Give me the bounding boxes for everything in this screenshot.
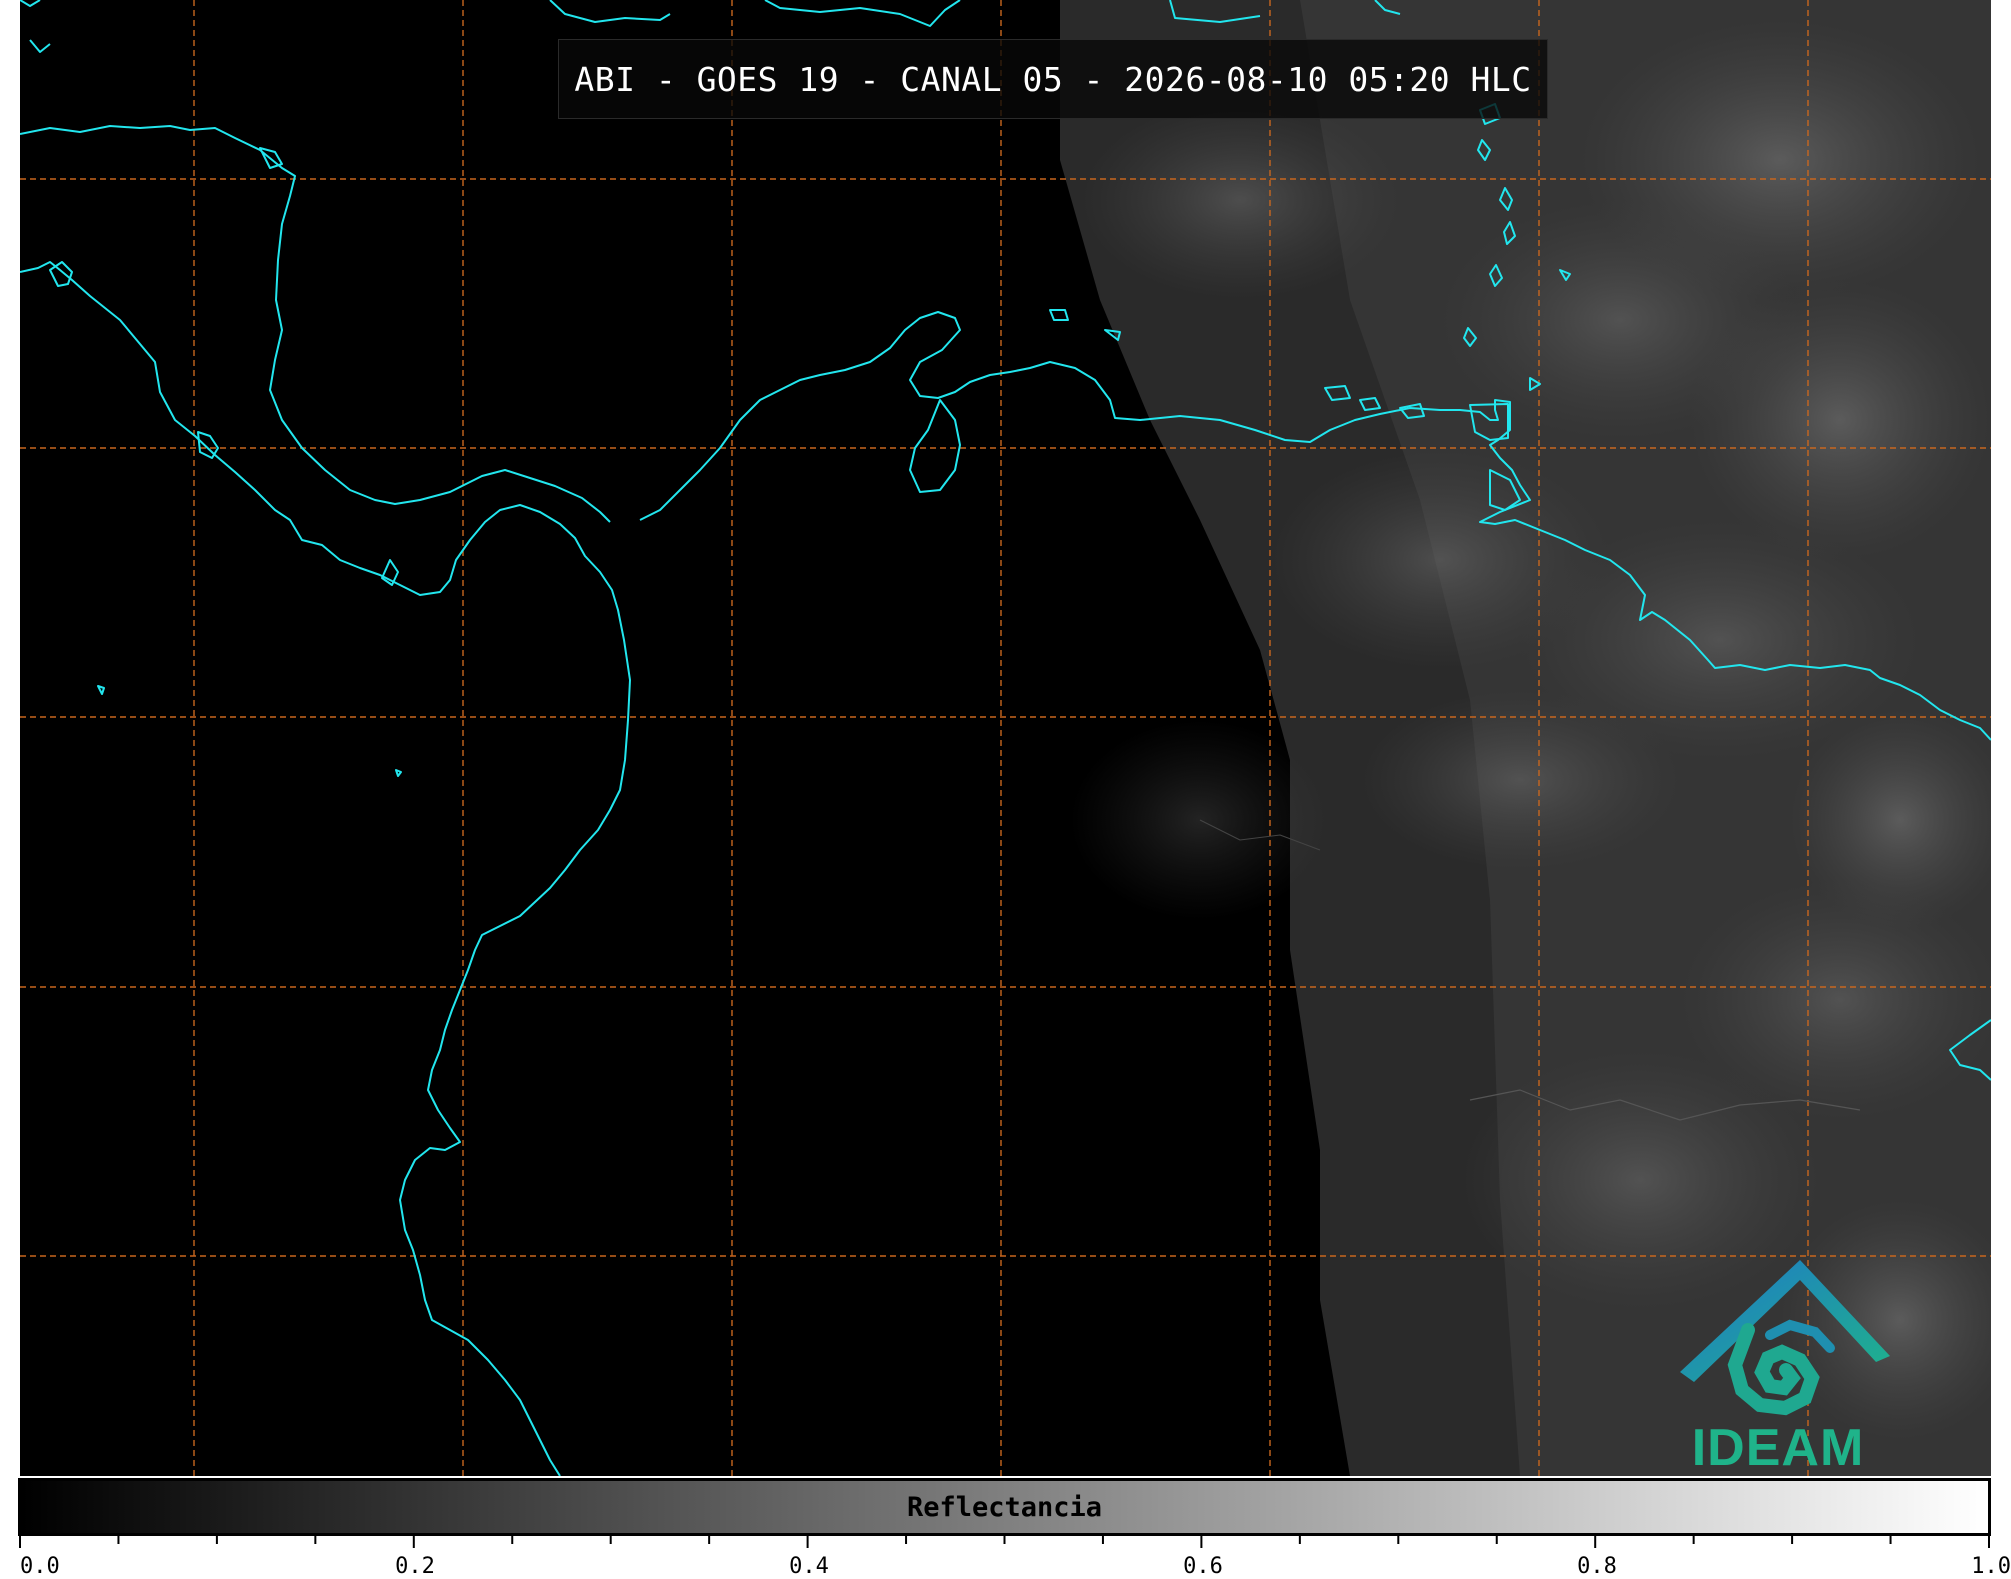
- colorbar-tick-label: 0.0: [20, 1554, 60, 1579]
- colorbar: Reflectancia: [18, 1478, 1991, 1536]
- colorbar-tick-label: 0.8: [1577, 1554, 1617, 1579]
- colorbar-tick-label: 0.2: [395, 1554, 435, 1579]
- colorbar-tick-label: 1.0: [1971, 1554, 2011, 1579]
- colorbar-ticks: [19, 1536, 1990, 1548]
- colorbar-label: Reflectancia: [906, 1491, 1103, 1523]
- title-panel: ABI - GOES 19 - CANAL 05 - 2026-08-10 05…: [558, 39, 1548, 119]
- colorbar-tick-label: 0.4: [789, 1554, 829, 1579]
- colorbar-tick-label: 0.6: [1183, 1554, 1223, 1579]
- map-title: ABI - GOES 19 - CANAL 05 - 2026-08-10 05…: [574, 59, 1532, 99]
- ideam-logo-text: IDEAM: [1691, 1419, 1865, 1477]
